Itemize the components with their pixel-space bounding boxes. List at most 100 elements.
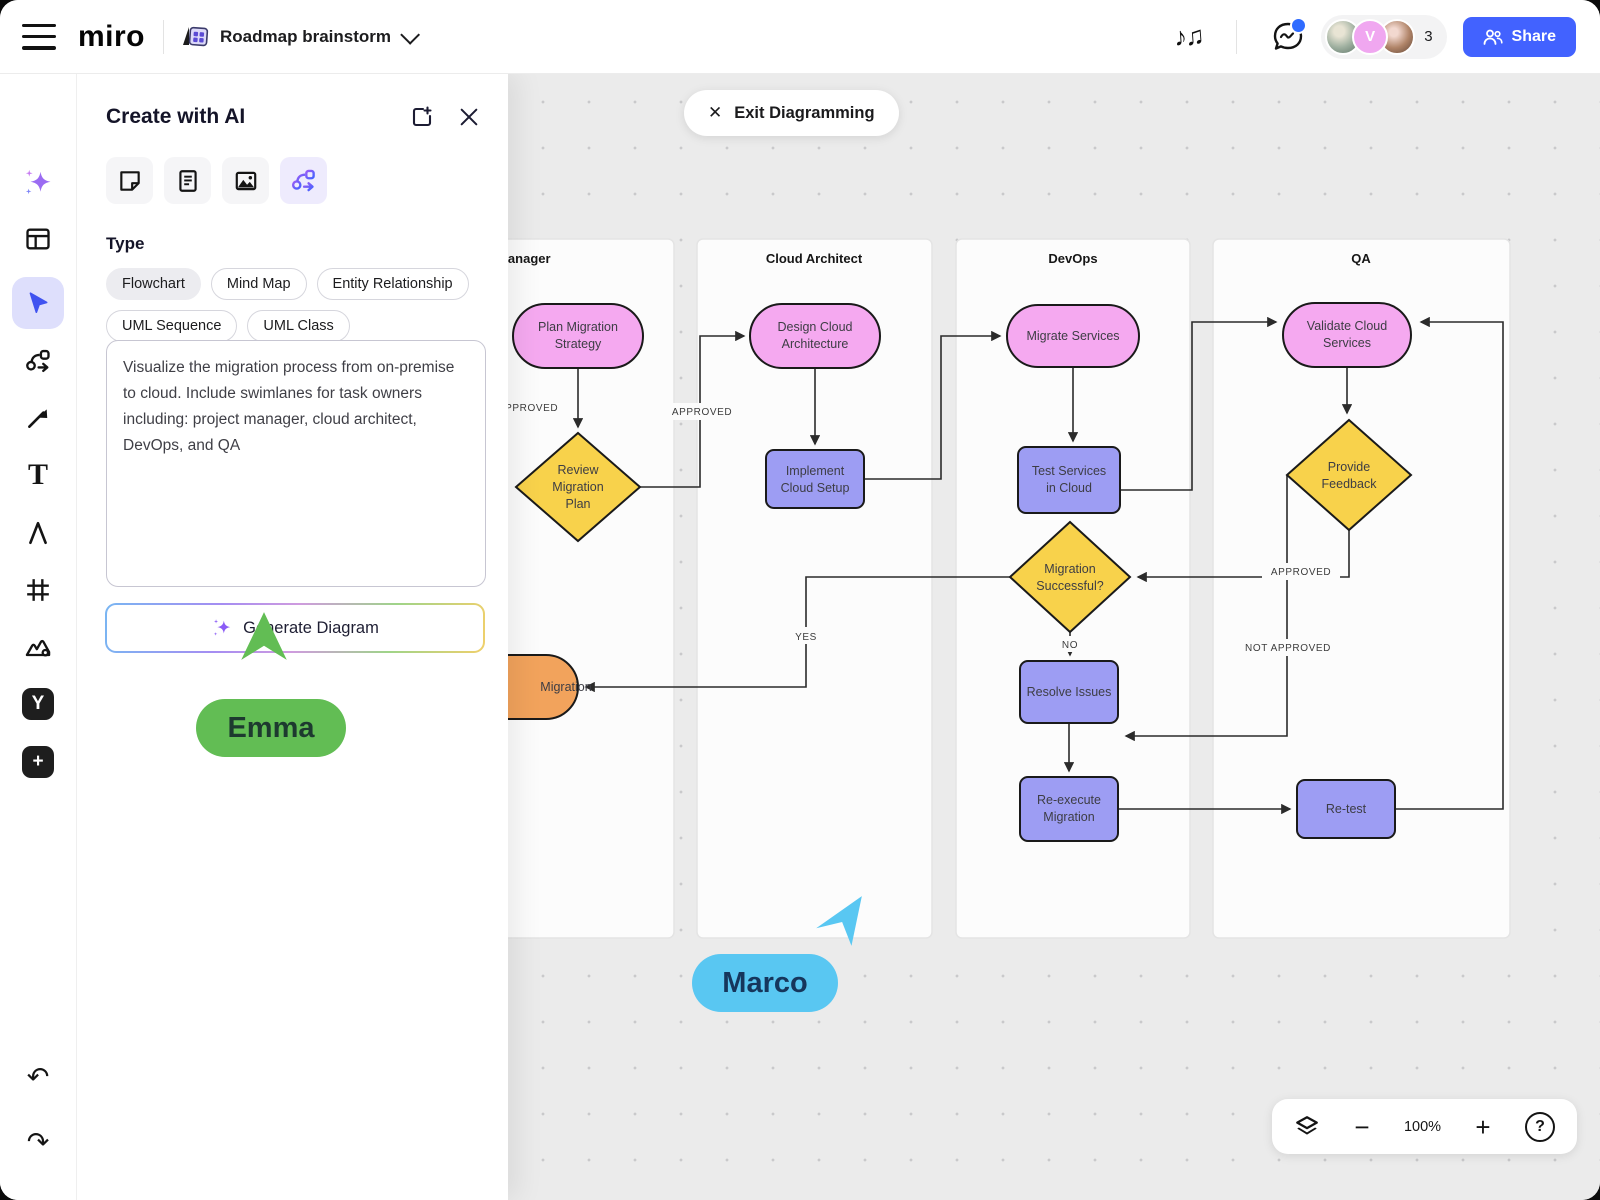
chip-mind-map[interactable]: Mind Map	[211, 268, 307, 300]
collaborator-count: 3	[1424, 28, 1432, 45]
svg-text:Architecture: Architecture	[782, 337, 849, 351]
music-notes-icon[interactable]: ♪♫	[1173, 20, 1204, 53]
top-bar: miro Roadmap brainstorm ♪♫	[0, 0, 1600, 74]
text-tool[interactable]: T	[12, 449, 64, 501]
diagram-gradient-icon	[290, 167, 317, 194]
svg-text:Provide: Provide	[1328, 460, 1370, 474]
diagram-icon	[24, 347, 52, 375]
svg-text:Test Services: Test Services	[1032, 464, 1106, 478]
share-button[interactable]: Share	[1463, 17, 1576, 57]
frame-icon	[25, 577, 51, 603]
add-apps-tool[interactable]: +	[12, 736, 64, 788]
undo-button[interactable]: ↶	[12, 1051, 64, 1103]
node-test-services-in-cloud[interactable]: Test Services in Cloud	[1018, 447, 1120, 513]
canvas-controls: − 100% + ?	[1272, 1099, 1577, 1154]
node-implement-cloud-setup[interactable]: Implement Cloud Setup	[766, 450, 864, 508]
svg-text:Implement: Implement	[786, 464, 845, 478]
main-menu-icon[interactable]	[22, 24, 56, 50]
avatar[interactable]: V	[1352, 19, 1388, 55]
marco-cursor-icon	[814, 894, 864, 953]
chip-uml-sequence[interactable]: UML Sequence	[106, 310, 237, 342]
frame-tool[interactable]	[12, 564, 64, 616]
document-icon	[175, 168, 201, 194]
collaborator-avatars[interactable]: V 3	[1321, 15, 1446, 59]
svg-text:Strategy: Strategy	[555, 337, 602, 351]
exit-diagramming-button[interactable]: ✕ Exit Diagramming	[684, 90, 899, 136]
left-toolbar: T Y + ↶	[0, 73, 77, 1200]
svg-text:Review: Review	[558, 463, 600, 477]
emma-cursor-label: Emma	[196, 699, 346, 757]
svg-text:Design Cloud: Design Cloud	[777, 320, 852, 334]
exit-diagramming-label: Exit Diagramming	[734, 104, 874, 123]
help-button[interactable]: ?	[1525, 1112, 1555, 1142]
edge-label-approved-qa: APPROVED	[1271, 567, 1331, 578]
edge-label-no: NO	[1062, 640, 1078, 651]
svg-text:Successful?: Successful?	[1036, 579, 1103, 593]
tab-diagram[interactable]	[280, 157, 327, 204]
create-with-ai-panel: Create with AI	[76, 73, 508, 1200]
miro-logo[interactable]: miro	[78, 20, 145, 54]
expand-panel-icon[interactable]	[410, 105, 434, 129]
select-tool[interactable]	[12, 277, 64, 329]
close-icon: ✕	[708, 103, 722, 123]
app-y-tool[interactable]: Y	[12, 678, 64, 730]
template-icon	[24, 225, 52, 253]
image-icon	[233, 168, 259, 194]
zoom-in-button[interactable]: +	[1475, 1114, 1490, 1140]
svg-text:Plan Migration: Plan Migration	[538, 320, 618, 334]
close-panel-icon[interactable]	[458, 106, 480, 128]
svg-text:in Cloud: in Cloud	[1046, 481, 1092, 495]
sticky-note-icon	[117, 168, 143, 194]
node-retest[interactable]: Re-test	[1297, 780, 1395, 838]
chat-button[interactable]	[1271, 20, 1305, 54]
layers-icon[interactable]	[1294, 1114, 1320, 1140]
notification-dot	[1290, 17, 1307, 34]
chevron-down-icon	[400, 24, 420, 44]
node-resolve-issues[interactable]: Resolve Issues	[1020, 661, 1118, 723]
svg-text:QA: QA	[1351, 251, 1371, 266]
chip-flowchart[interactable]: Flowchart	[106, 268, 201, 300]
undo-icon: ↶	[27, 1064, 50, 1091]
text-icon: T	[28, 460, 48, 490]
marco-cursor-label: Marco	[692, 954, 838, 1012]
diagramming-tool[interactable]	[12, 335, 64, 387]
miro-app-window: ✕ Exit Diagramming Project Manager Cloud…	[0, 0, 1600, 1200]
svg-text:DevOps: DevOps	[1048, 251, 1097, 266]
panel-title: Create with AI	[106, 105, 245, 129]
arrow-tool[interactable]	[12, 392, 64, 444]
board-name-menu[interactable]: Roadmap brainstorm	[182, 24, 415, 50]
tab-document[interactable]	[164, 157, 211, 204]
ai-prompt-input[interactable]: Visualize the migration process from on-…	[106, 340, 486, 587]
generate-diagram-button[interactable]: Generate Diagram	[105, 603, 485, 653]
divider	[1236, 20, 1237, 54]
arrow-icon	[25, 405, 51, 431]
zoom-level[interactable]: 100%	[1404, 1119, 1441, 1135]
board-icon	[182, 24, 210, 50]
tab-image[interactable]	[222, 157, 269, 204]
templates-tool[interactable]	[12, 213, 64, 265]
sparkles-icon	[23, 168, 53, 198]
share-label: Share	[1512, 28, 1556, 46]
pen-tool[interactable]	[12, 507, 64, 559]
redo-button[interactable]: ↷	[12, 1116, 64, 1168]
y-app-icon: Y	[22, 688, 54, 720]
svg-text:Cloud Setup: Cloud Setup	[781, 481, 850, 495]
chip-uml-class[interactable]: UML Class	[247, 310, 349, 342]
node-validate-cloud-services[interactable]: Validate Cloud Services	[1283, 303, 1411, 367]
tab-sticky-note[interactable]	[106, 157, 153, 204]
node-migrate-services[interactable]: Migrate Services	[1007, 305, 1139, 367]
node-reexecute-migration[interactable]: Re-execute Migration	[1020, 777, 1118, 841]
zoom-out-button[interactable]: −	[1354, 1114, 1369, 1140]
ai-create-tool[interactable]	[12, 157, 64, 209]
people-icon	[1483, 29, 1503, 45]
cursor-icon	[25, 290, 51, 316]
chip-entity-relationship[interactable]: Entity Relationship	[317, 268, 469, 300]
svg-text:Validate Cloud: Validate Cloud	[1307, 319, 1387, 333]
svg-text:Migration: Migration	[540, 680, 591, 694]
svg-text:Migrate Services: Migrate Services	[1026, 329, 1119, 343]
node-design-cloud-architecture[interactable]: Design Cloud Architecture	[750, 304, 880, 368]
board-name: Roadmap brainstorm	[220, 27, 391, 47]
charts-tool[interactable]	[12, 622, 64, 674]
node-plan-migration-strategy[interactable]: Plan Migration Strategy	[513, 304, 643, 368]
svg-text:Services: Services	[1323, 336, 1371, 350]
